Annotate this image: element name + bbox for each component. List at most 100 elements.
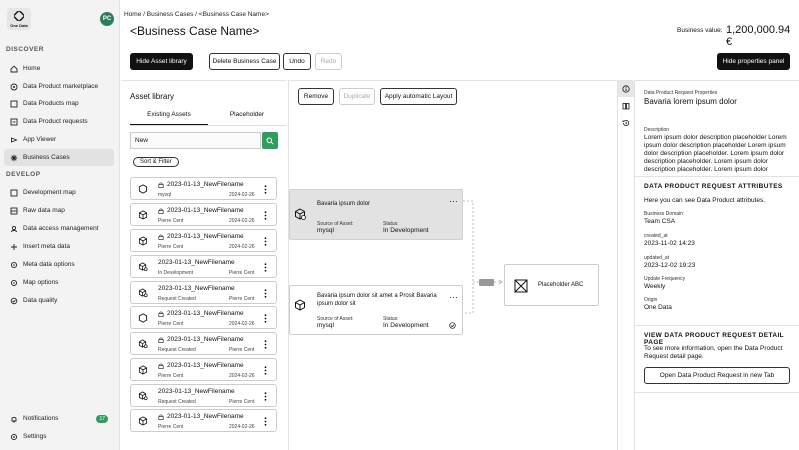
business-case-canvas[interactable]: Remove Duplicate Apply automatic Layout … (288, 80, 617, 450)
book-tab-button[interactable] (621, 101, 631, 111)
asset-card[interactable]: 2023-01-13_NewFilename Pierre Cent 2024-02… (130, 306, 277, 329)
asset-card[interactable]: 2023-01-13_NewFilename In Development Pier… (130, 255, 277, 278)
sidebar-item-data-product-marketplace[interactable]: Data Product marketplace (4, 78, 114, 95)
kebab-menu-icon[interactable] (264, 314, 267, 323)
properties-type-label: Data Product Request Properties (644, 90, 718, 96)
sidebar-item-development-map[interactable]: Development map (4, 184, 114, 201)
asset-meta: 2024-02-26 (229, 218, 255, 224)
asset-card[interactable]: 2023-01-13_NewFilename mysql 2024-02-26 (130, 177, 277, 200)
history-tab-button[interactable] (621, 118, 631, 128)
attribute-value: Weekly (644, 283, 666, 290)
asset-card[interactable]: 2023-01-13_NewFilename Pierre Cent 2024-02… (130, 203, 277, 226)
detail-page-text: To see more information, open the Data P… (644, 345, 783, 360)
asset-card[interactable]: 2023-01-13_NewFilename Pierre Cent 2024-02… (130, 229, 277, 252)
map-icon (10, 100, 18, 108)
info-icon (622, 85, 630, 93)
sidebar-item-data-quality[interactable]: Data quality (4, 292, 114, 309)
sidebar-item-label: Data Product marketplace (23, 83, 99, 90)
sidebar-item-label: Notifications (23, 415, 59, 422)
open-request-in-new-tab-button[interactable]: Open Data Product Request in new Tab (644, 367, 790, 384)
undo-button[interactable]: Undo (283, 53, 311, 70)
sidebar-item-label: Insert meta data (23, 243, 70, 250)
asset-meta: 2024-02-26 (229, 321, 255, 327)
sidebar-item-data-product-requests[interactable]: Data Product requests (4, 113, 114, 130)
attribute-label: Business Domain (644, 211, 683, 217)
asset-library-title: Asset library (130, 92, 175, 101)
asset-card[interactable]: 2023-01-13_NewFilename Request Created Pie… (130, 281, 277, 304)
placeholder-node[interactable]: Placeholder ABC (504, 264, 599, 306)
node-title: Bavaria ipsum dolor sit amet a Prosit Ba… (317, 293, 437, 307)
asset-card[interactable]: 2023-01-13_NewFilename Pierre Cent 2024-02… (130, 409, 277, 432)
asset-name: 2023-01-13_NewFilename (158, 181, 244, 188)
sidebar-item-label: Data Products map (23, 100, 79, 107)
kebab-menu-icon[interactable] (264, 340, 267, 349)
search-button[interactable] (262, 132, 278, 149)
sidebar-item-home[interactable]: Home (4, 60, 114, 77)
asset-card[interactable]: 2023-01-13_NewFilename Pierre Cent 2024-02… (130, 358, 277, 381)
sidebar-item-data-access-management[interactable]: Data access management (4, 220, 114, 237)
asset-subtitle: Pierre Cent (158, 244, 184, 250)
hide-properties-panel-button[interactable]: Hide properties panel (717, 53, 790, 70)
kebab-menu-icon[interactable] (264, 263, 267, 272)
lock-icon (158, 311, 164, 317)
sort-filter-button[interactable]: Sort & Filter (133, 157, 179, 167)
node-menu-icon[interactable]: … (449, 195, 458, 204)
asset-name-text: 2023-01-13_NewFilename (167, 336, 244, 343)
sidebar-item-data-products-map[interactable]: Data Products map (4, 95, 114, 112)
node-menu-icon[interactable]: … (449, 291, 458, 300)
asset-subtitle: mysql (158, 192, 172, 198)
one-data-logo[interactable]: One Data (7, 8, 31, 30)
sidebar-item-label: Data Product requests (23, 118, 88, 125)
asset-card[interactable]: 2023-01-13_NewFilename Request Created Pie… (130, 384, 277, 407)
kebab-menu-icon[interactable] (264, 417, 267, 426)
asset-name-text: 2023-01-13_NewFilename (158, 388, 235, 395)
asset-meta: Pierre Cent (229, 347, 255, 353)
kebab-menu-icon[interactable] (264, 366, 267, 375)
kebab-menu-icon[interactable] (264, 392, 267, 401)
asset-name: 2023-01-13_NewFilename (158, 362, 244, 369)
kebab-menu-icon[interactable] (264, 185, 267, 194)
sidebar-item-insert-meta-data[interactable]: Insert meta data (4, 238, 114, 255)
asset-name: 2023-01-13_NewFilename (158, 413, 244, 420)
notifications-count-badge: 17 (96, 414, 108, 423)
insert-meta-icon (10, 243, 18, 251)
asset-library-panel: Asset library Existing Assets Placeholde… (121, 80, 287, 450)
lock-icon (158, 234, 164, 240)
asset-name-text: 2023-01-13_NewFilename (167, 207, 244, 214)
data-product-node[interactable]: Bavaria ipsum dolor sit amet a Prosit Ba… (289, 285, 463, 335)
sidebar-item-label: Settings (23, 433, 47, 440)
node-status-value: In Development (383, 227, 429, 234)
sidebar-item-notifications[interactable]: Notifications 17 (4, 410, 114, 427)
info-tab-button[interactable] (618, 81, 634, 97)
asset-name-text: 2023-01-13_NewFilename (158, 285, 235, 292)
delete-business-case-button[interactable]: Delete Business Case (209, 53, 280, 70)
sidebar-item-business-cases[interactable]: Business Cases (4, 149, 114, 166)
breadcrumb[interactable]: Home / Business Cases / <Business Case N… (124, 11, 269, 18)
business-value: 1,200,000.94 € (726, 24, 791, 48)
raw-data-map-icon (10, 207, 18, 215)
properties-panel: Data Product Request Properties Bavaria … (634, 80, 799, 450)
asset-card[interactable]: 2023-01-13_NewFilename Request Created Pie… (130, 332, 277, 355)
sidebar-item-map-options[interactable]: Map options (4, 274, 114, 291)
node-title: Bavaria ipsum dolor (317, 201, 371, 207)
tab-placeholder[interactable]: Placeholder (208, 111, 286, 118)
asset-meta: 2024-02-26 (229, 244, 255, 250)
kebab-menu-icon[interactable] (264, 237, 267, 246)
sidebar-item-meta-data-options[interactable]: Meta data options (4, 256, 114, 273)
sidebar-item-settings[interactable]: Settings (4, 428, 114, 445)
tab-existing-assets[interactable]: Existing Assets (130, 111, 208, 125)
sidebar-item-app-viewer[interactable]: App Viewer (4, 131, 114, 148)
avatar[interactable]: PC (100, 12, 114, 26)
tabs-divider (130, 125, 286, 126)
data-product-node[interactable]: Bavaria ipsum dolor … Source of Asset: m… (289, 189, 463, 240)
data-product-icon (138, 339, 148, 349)
sidebar-item-raw-data-map[interactable]: Raw data map (4, 202, 114, 219)
search-input[interactable]: New (130, 132, 261, 149)
develop-section-label: DEVELOP (6, 171, 41, 178)
attribute-value: Team CSA (644, 218, 676, 225)
asset-subtitle: Request Created (158, 347, 196, 353)
hide-asset-library-button[interactable]: Hide Asset library (130, 53, 193, 70)
kebab-menu-icon[interactable] (264, 211, 267, 220)
kebab-menu-icon[interactable] (264, 289, 267, 298)
attribute-label: Update Frequency (644, 276, 686, 282)
